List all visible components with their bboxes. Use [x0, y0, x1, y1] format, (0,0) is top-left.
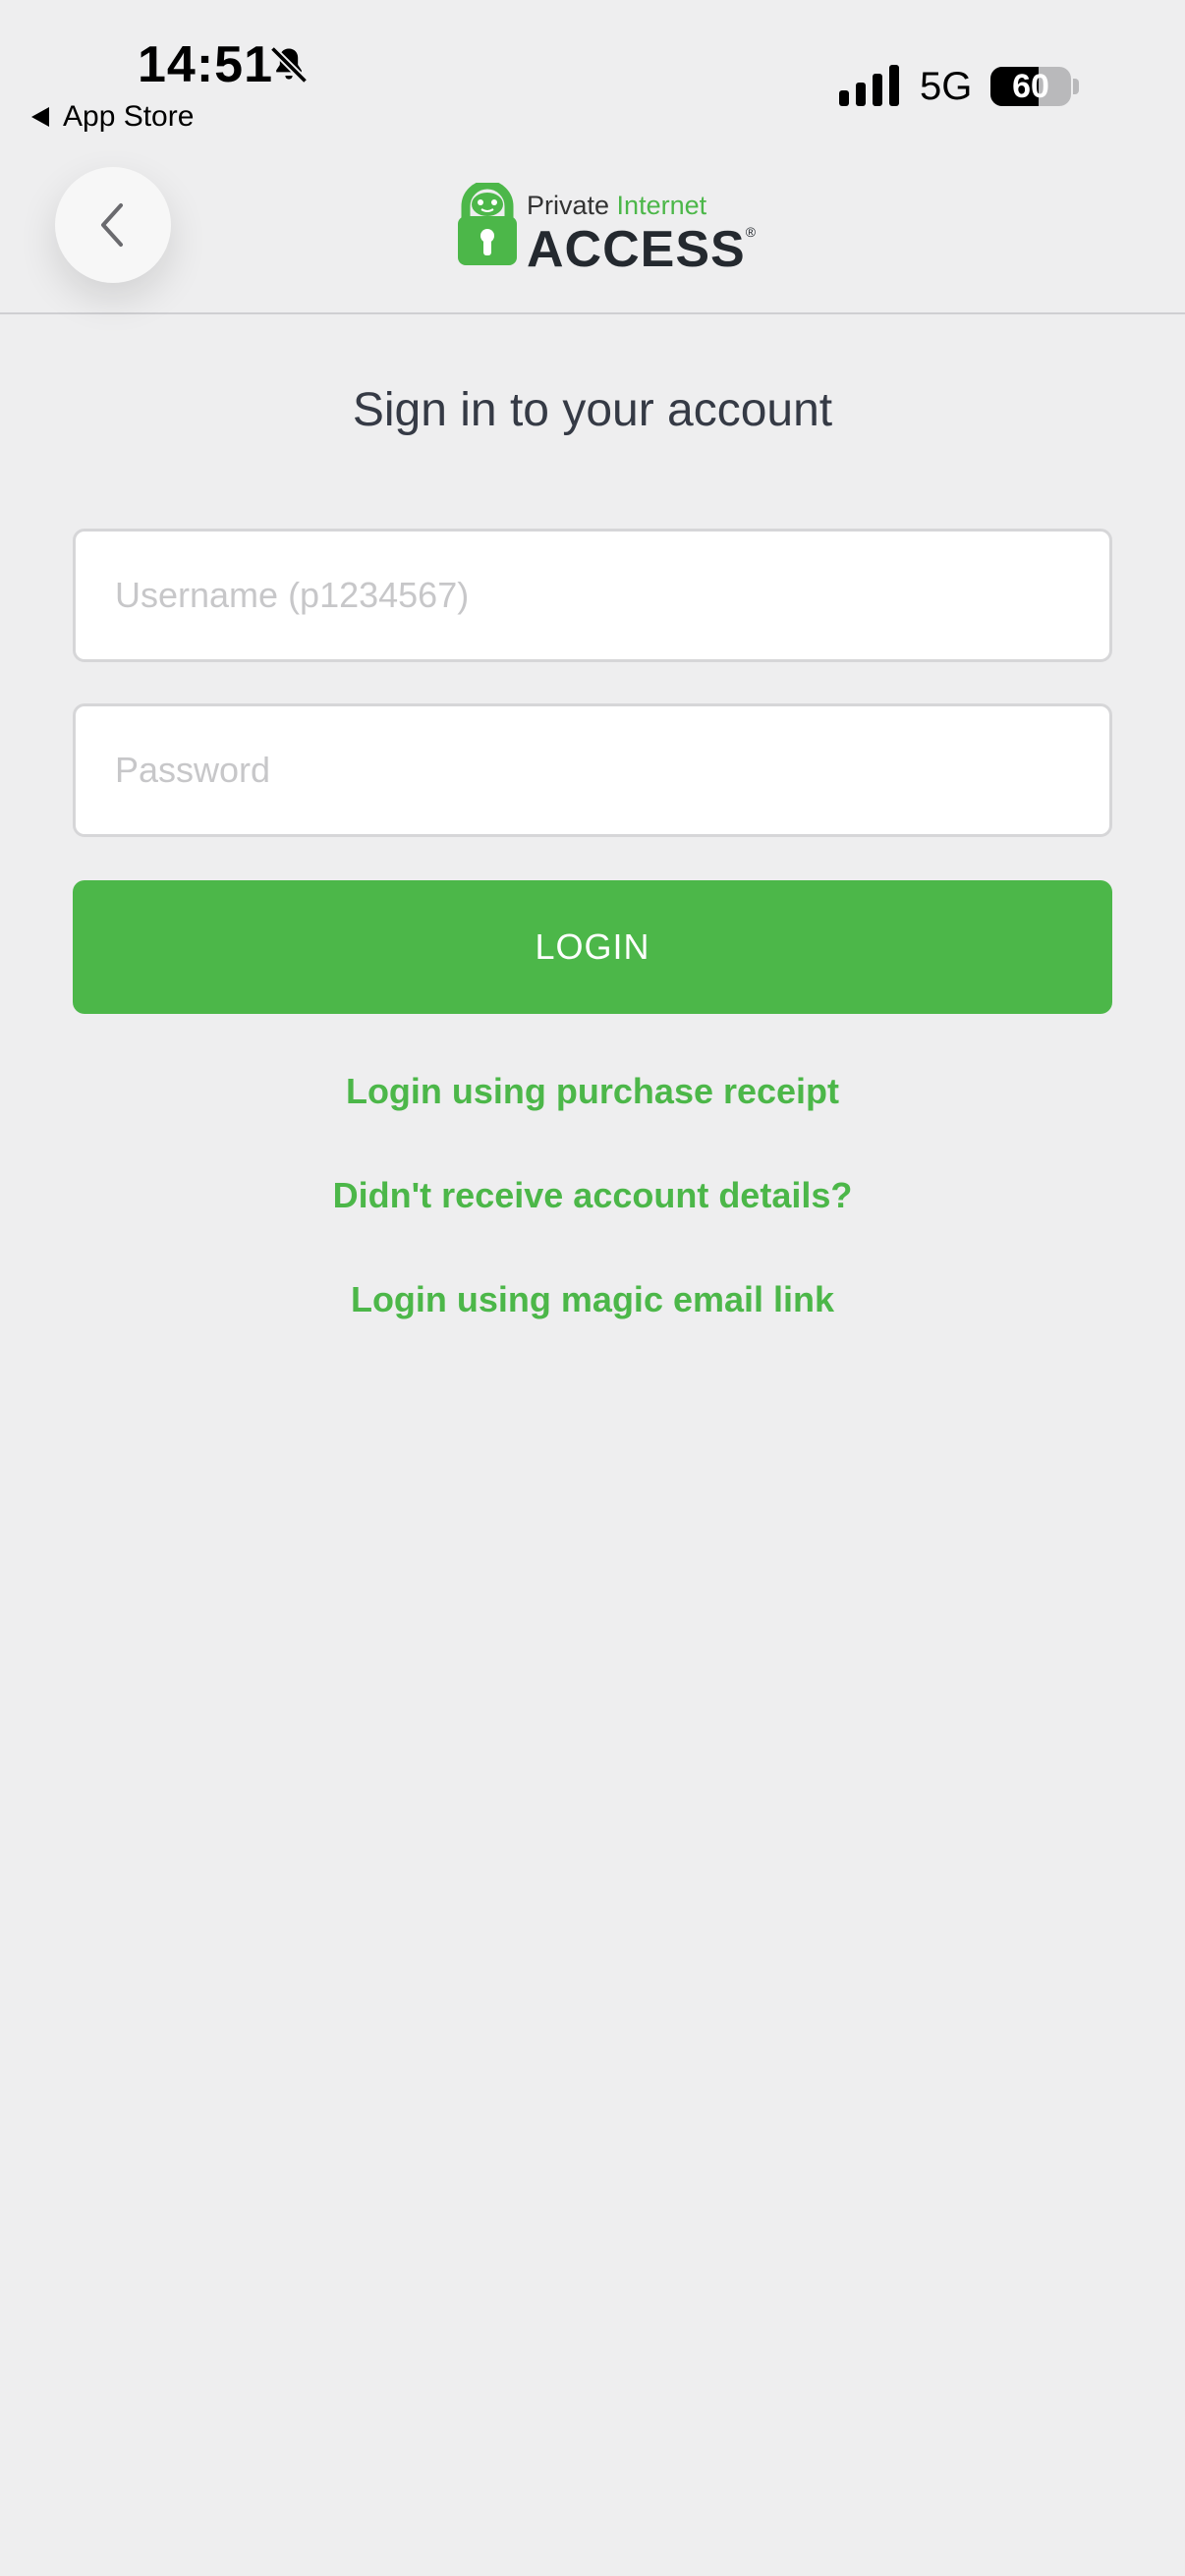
login-button[interactable]: LOGIN	[73, 880, 1112, 1014]
magic-email-link[interactable]: Login using magic email link	[0, 1279, 1185, 1320]
battery-tip	[1073, 79, 1079, 94]
status-time: 14:51	[138, 36, 273, 93]
back-app-label: App Store	[63, 100, 195, 133]
logo-line1: Private Internet	[527, 191, 706, 221]
page-title: Sign in to your account	[352, 384, 833, 436]
password-input[interactable]	[73, 703, 1112, 837]
account-details-link[interactable]: Didn't receive account details?	[0, 1175, 1185, 1216]
battery-percent: 60	[1012, 68, 1049, 105]
registered-mark: ®	[745, 224, 758, 240]
network-type: 5G	[920, 65, 973, 108]
purchase-receipt-link[interactable]: Login using purchase receipt	[0, 1071, 1185, 1112]
back-button[interactable]	[55, 167, 171, 283]
status-bar: 14:51 App Store 5G 60	[0, 0, 1185, 147]
chevron-left-icon	[101, 203, 123, 247]
username-input[interactable]	[73, 529, 1112, 662]
battery-icon: 60	[990, 67, 1071, 106]
logo-word-access: ACCESS	[527, 221, 746, 278]
cellular-signal-icon	[839, 65, 899, 106]
logo-word-private: Private	[527, 191, 617, 220]
back-triangle-icon	[31, 107, 49, 127]
bell-slash-icon	[269, 45, 309, 84]
logo-word-internet: Internet	[616, 191, 707, 220]
logo-line2: ACCESS®	[527, 220, 757, 279]
back-to-app-store[interactable]: App Store	[31, 100, 194, 134]
padlock-mascot-icon	[458, 183, 517, 265]
nav-header: Private Internet ACCESS®	[0, 147, 1185, 314]
pia-logo: Private Internet ACCESS®	[456, 183, 756, 278]
